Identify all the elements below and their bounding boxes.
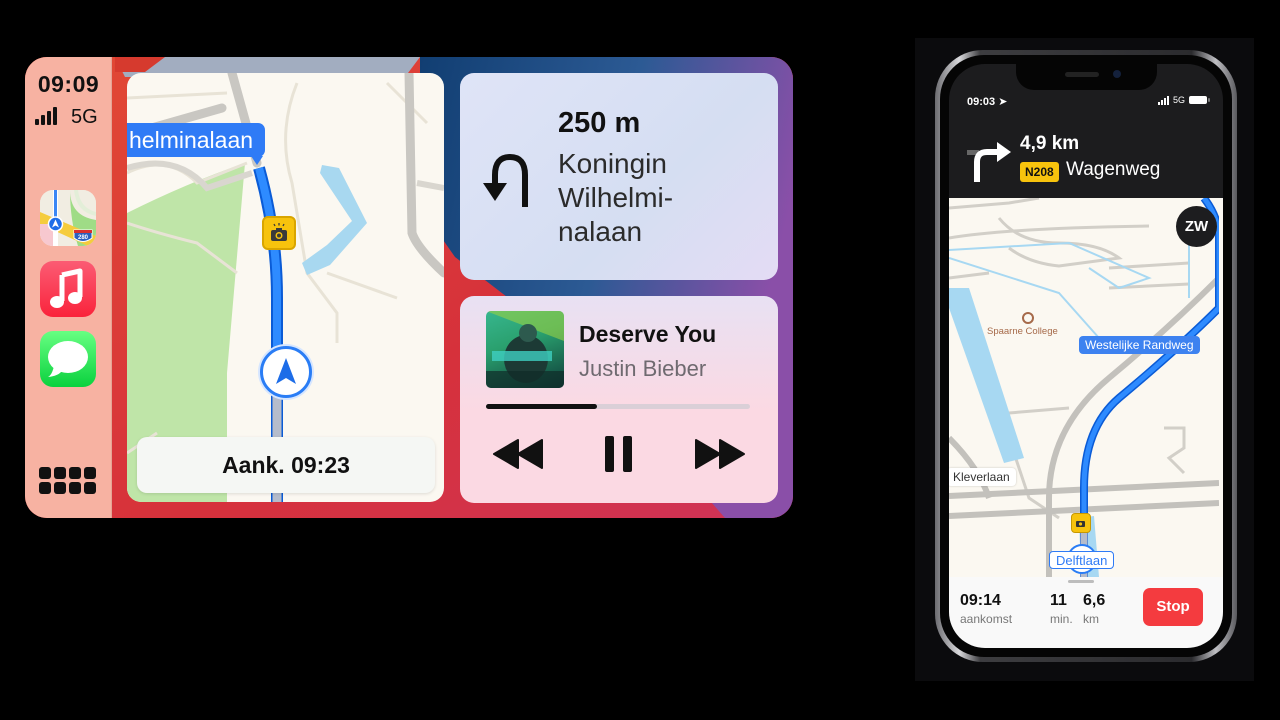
fast-forward-icon[interactable] [692,436,746,472]
poi-label: Spaarne College [987,326,1058,337]
navigation-arrow-icon [260,346,312,398]
location-arrow-icon: ➤ [998,96,1008,108]
signal-strength-icon [1157,95,1169,105]
trip-summary-panel[interactable]: 09:14 aankomst 11 min. 6,6 km Stop [949,577,1223,648]
arrival-time-pill[interactable]: Aank. 09:23 [137,437,435,493]
album-art [486,311,564,388]
maneuver-distance: 4,9 km [1020,133,1080,154]
carplay-dashboard: 09:09 5G 280 helminalaan Aank. 09:23 250… [25,57,793,518]
distance-label: km [1083,612,1099,626]
now-playing-card[interactable]: Deserve You Justin Bieber [460,296,778,503]
messages-app-icon[interactable] [40,331,96,387]
iphone-screen: 09:03 ➤ 5G 4,9 km N208 Wagenweg Spaarne … [949,64,1223,648]
maps-app-icon[interactable]: 280 [40,190,96,246]
network-type: 5G [71,106,98,128]
iphone-frame: 09:03 ➤ 5G 4,9 km N208 Wagenweg Spaarne … [935,50,1237,662]
poi-school-icon [1022,312,1034,324]
street-line: Wilhelmi- [558,182,674,213]
track-title: Deserve You [579,321,717,347]
maneuver-street: Koningin Wilhelmi- nalaan [558,147,673,249]
carplay-dock: 09:09 5G 280 [25,57,112,518]
minutes-label: min. [1050,612,1073,626]
rewind-icon[interactable] [492,436,546,472]
map-view[interactable]: Spaarne College [949,198,1223,577]
arrival-time: 09:14 [960,592,1001,609]
remaining-minutes: 11 [1050,592,1067,609]
camera-icon[interactable] [262,216,296,250]
playback-progress-fill [486,404,597,409]
network-type: 5G [1172,95,1185,105]
street-line: Koningin [558,148,667,179]
road-label: Westelijke Randweg [1079,336,1200,354]
clock: 09:09 [37,71,100,97]
status-indicators: 5G [1157,95,1210,105]
street-line: nalaan [558,216,643,247]
notch [1016,64,1157,90]
grid-icon[interactable] [39,467,97,497]
u-turn-left-icon [483,153,528,207]
interstate-badge: 280 [78,235,89,241]
signal-strength-icon [35,107,57,125]
battery-icon [1189,96,1210,104]
road-number-badge: N208 [1020,162,1059,182]
current-road-label: Delftlaan [1049,551,1115,569]
road-label: Kleverlaan [949,468,1016,486]
remaining-distance: 6,6 [1083,592,1106,609]
compass-button[interactable]: ZW [1176,206,1217,247]
track-artist: Justin Bieber [579,356,707,381]
pause-icon[interactable] [603,434,635,474]
turn-right-icon [967,142,1011,182]
camera-icon[interactable] [1071,513,1091,533]
playback-progress-bar[interactable] [486,404,750,409]
music-app-icon[interactable] [40,261,96,317]
turn-guidance-card[interactable]: 250 m Koningin Wilhelmi- nalaan [460,73,778,280]
drag-handle[interactable] [1068,580,1094,583]
maneuver-street: Wagenweg [1066,159,1161,180]
stop-button[interactable]: Stop [1143,588,1203,626]
map-view[interactable]: helminalaan Aank. 09:23 [127,73,444,502]
status-time: 09:03 ➤ [967,96,1008,108]
street-name-label: helminalaan [127,123,266,165]
arrival-label: aankomst [960,612,1013,626]
maneuver-distance: 250 m [558,107,641,139]
